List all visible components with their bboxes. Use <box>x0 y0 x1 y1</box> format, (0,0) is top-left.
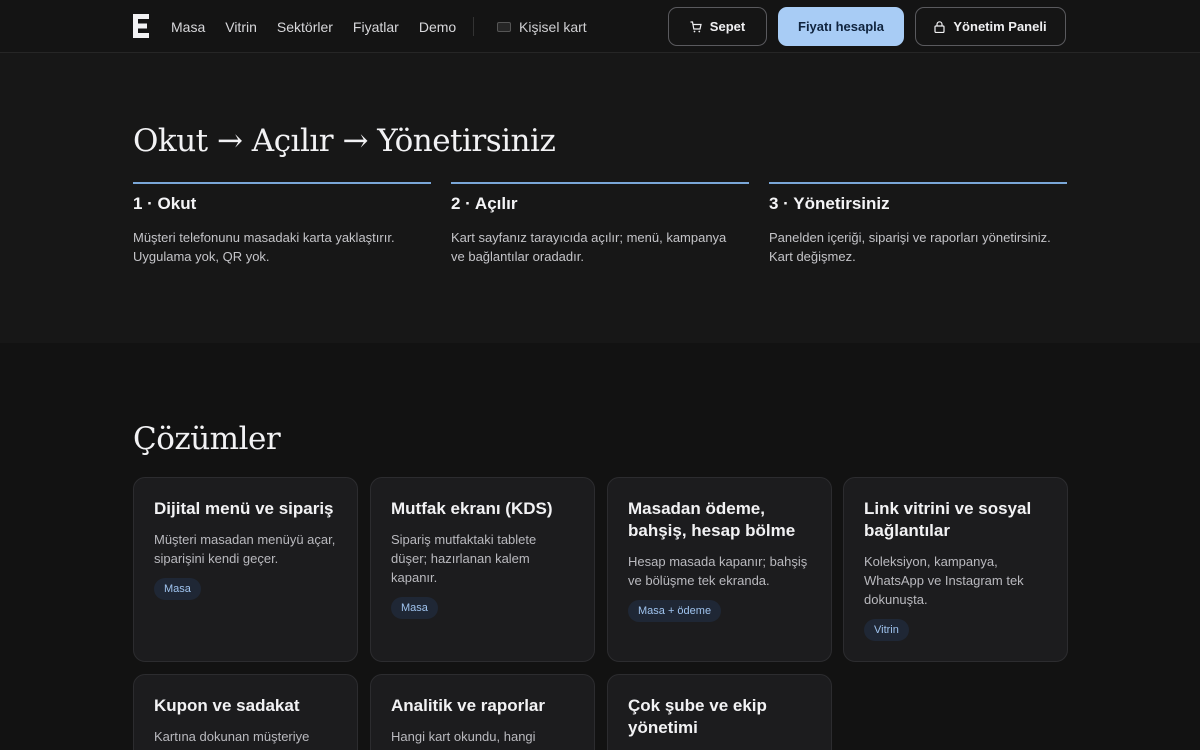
step-opens: 2 · Açılır Kart sayfanız tarayıcıda açıl… <box>451 182 749 266</box>
brand-logo-icon[interactable] <box>133 14 149 38</box>
card-title: Masadan ödeme, bahşiş, hesap bölme <box>628 499 796 540</box>
solution-card-multi-branch[interactable]: Çok şube ve ekip yönetimi <box>607 674 832 750</box>
nav-links: Masa Vitrin Sektörler Fiyatlar Demo <box>171 0 456 53</box>
solution-card-analytics[interactable]: Analitik ve raporlar Hangi kart okundu, … <box>370 674 595 750</box>
solution-card-link-showcase[interactable]: Link vitrini ve sosyal bağlantılar Kolek… <box>843 477 1068 662</box>
lock-icon <box>934 20 945 33</box>
nav-link-fiyatlar[interactable]: Fiyatlar <box>353 19 399 35</box>
card-description: Hangi kart okundu, hangi <box>391 729 536 744</box>
nav-divider <box>473 17 474 36</box>
card-badge: Masa <box>391 597 438 619</box>
personal-card-label: Kişisel kart <box>519 18 587 35</box>
step-description: Kart sayfanız tarayıcıda açılır; menü, k… <box>451 230 727 264</box>
card-description: Koleksiyon, kampanya, WhatsApp ve Instag… <box>864 554 1024 607</box>
card-description: Hesap masada kapanır; bahşiş ve bölüşme … <box>628 554 808 588</box>
cart-label: Sepet <box>709 19 746 34</box>
top-nav: Masa Vitrin Sektörler Fiyatlar Demo Kişi… <box>0 0 1200 53</box>
card-badge: Masa + ödeme <box>628 600 722 622</box>
step-title: 1 · Okut <box>133 194 197 213</box>
card-description: Müşteri masadan menüyü açar, siparişini … <box>154 532 336 566</box>
card-icon <box>497 21 511 32</box>
card-title: Kupon ve sadakat <box>154 696 300 715</box>
cart-button[interactable]: Sepet <box>668 7 767 46</box>
nav-link-demo[interactable]: Demo <box>419 19 456 35</box>
cart-icon <box>690 20 702 32</box>
step-scan: 1 · Okut Müşteri telefonunu masadaki kar… <box>133 182 431 266</box>
card-badge: Masa <box>154 578 201 600</box>
card-title: Çok şube ve ekip yönetimi <box>628 696 767 737</box>
card-description: Kartına dokunan müşteriye <box>154 729 310 744</box>
step-manage: 3 · Yönetirsiniz Panelden içeriği, sipar… <box>769 182 1067 266</box>
admin-panel-button[interactable]: Yönetim Paneli <box>915 7 1066 46</box>
nav-link-masa[interactable]: Masa <box>171 19 205 35</box>
step-title: 2 · Açılır <box>451 194 518 213</box>
card-title: Analitik ve raporlar <box>391 696 546 715</box>
solution-card-payment[interactable]: Masadan ödeme, bahşiş, hesap bölme Hesap… <box>607 477 832 662</box>
card-description: Sipariş mutfaktaki tablete düşer; hazırl… <box>391 532 537 585</box>
step-title: 3 · Yönetirsiniz <box>769 194 890 213</box>
step-description: Panelden içeriği, siparişi ve raporları … <box>769 230 1051 264</box>
personal-card-link[interactable]: Kişisel kart <box>497 0 587 53</box>
solution-card-digital-menu[interactable]: Dijital menü ve sipariş Müşteri masadan … <box>133 477 358 662</box>
nav-link-vitrin[interactable]: Vitrin <box>225 19 257 35</box>
card-badge: Vitrin <box>864 619 909 641</box>
card-title: Dijital menü ve sipariş <box>154 499 334 518</box>
admin-panel-label: Yönetim Paneli <box>953 19 1047 34</box>
how-it-works-heading: Okut → Açılır → Yönetirsiniz <box>133 123 556 159</box>
solutions-heading: Çözümler <box>133 421 281 457</box>
nav-link-sektorler[interactable]: Sektörler <box>277 19 333 35</box>
step-description: Müşteri telefonunu masadaki karta yaklaş… <box>133 230 395 264</box>
solution-card-coupon[interactable]: Kupon ve sadakat Kartına dokunan müşteri… <box>133 674 358 750</box>
calculate-price-label: Fiyatı hesapla <box>798 19 884 34</box>
card-title: Mutfak ekranı (KDS) <box>391 499 553 518</box>
card-title: Link vitrini ve sosyal bağlantılar <box>864 499 1032 540</box>
calculate-price-button[interactable]: Fiyatı hesapla <box>778 7 904 46</box>
solution-card-kds[interactable]: Mutfak ekranı (KDS) Sipariş mutfaktaki t… <box>370 477 595 662</box>
